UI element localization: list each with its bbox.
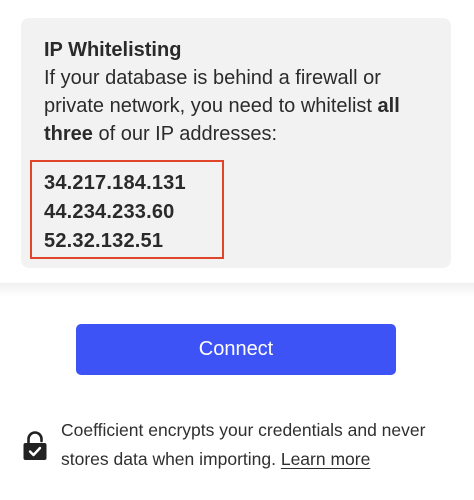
description-text: If your database is behind a firewall or…	[44, 67, 381, 117]
learn-more-link[interactable]: Learn more	[281, 449, 371, 469]
ip-whitelisting-card: IP Whitelisting If your database is behi…	[21, 18, 451, 268]
ip-address: 34.217.184.131	[44, 172, 186, 194]
ip-address-list: 34.217.184.131 44.234.233.60 52.32.132.5…	[44, 169, 186, 256]
ip-address: 44.234.233.60	[44, 201, 175, 223]
section-divider	[0, 283, 474, 297]
ip-address-highlight-box: 34.217.184.131 44.234.233.60 52.32.132.5…	[30, 160, 224, 259]
security-note-message: Coefficient encrypts your credentials an…	[61, 420, 426, 469]
ip-whitelisting-description: If your database is behind a firewall or…	[44, 64, 444, 148]
security-note-text: Coefficient encrypts your credentials an…	[61, 416, 461, 474]
security-note: Coefficient encrypts your credentials an…	[22, 416, 462, 476]
connect-button[interactable]: Connect	[76, 324, 396, 375]
description-text-end: of our IP addresses:	[92, 123, 278, 145]
ip-whitelisting-title: IP Whitelisting	[44, 39, 182, 61]
ip-address: 52.32.132.51	[44, 230, 164, 252]
lock-icon	[23, 431, 47, 460]
